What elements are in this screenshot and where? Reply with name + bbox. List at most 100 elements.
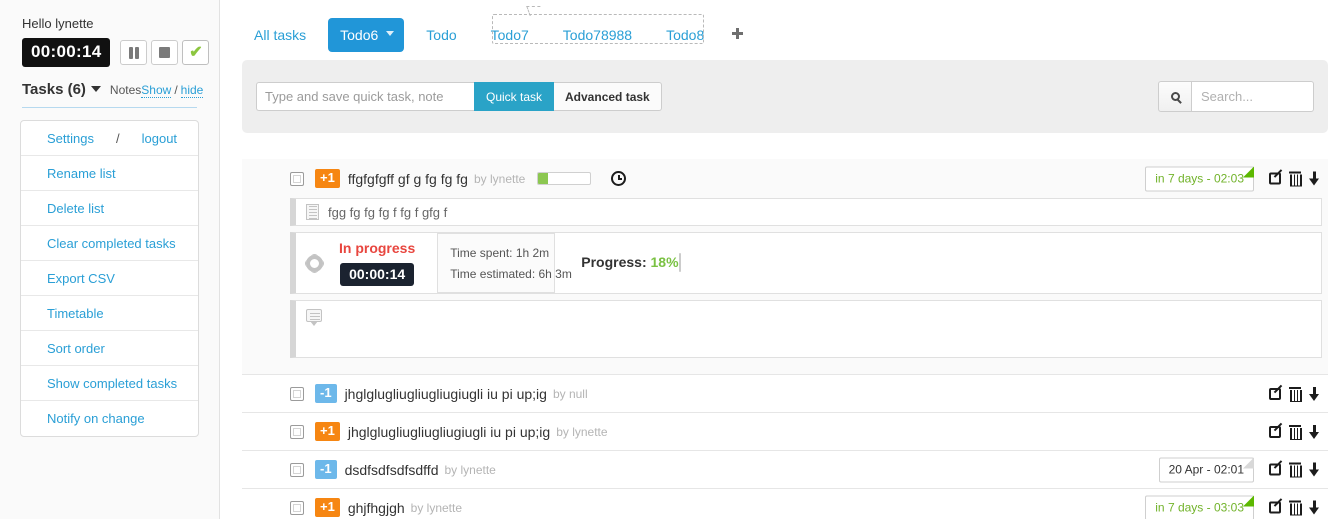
- add-tab-button[interactable]: [732, 26, 744, 44]
- progress-bar[interactable]: [678, 253, 681, 272]
- chevron-down-icon[interactable]: [386, 31, 395, 36]
- status-block: In progress 00:00:14: [339, 240, 415, 286]
- check-icon: ✔: [189, 43, 203, 61]
- notes-hide-link[interactable]: hide: [180, 83, 204, 98]
- task-comment-panel[interactable]: [290, 6, 1322, 358]
- task-author: by lynette: [410, 500, 463, 515]
- progress-value: 18%: [650, 254, 679, 270]
- priority-badge[interactable]: -1: [315, 384, 337, 403]
- move-down-button[interactable]: [1309, 171, 1320, 186]
- task-title[interactable]: jhglglugliugliugliugiugli iu pi up;ig: [348, 424, 550, 440]
- row-actions: in 7 days - 02:03: [1145, 166, 1320, 191]
- delete-button[interactable]: [1289, 424, 1302, 440]
- task-title[interactable]: jhglglugliugliugliugiugli iu pi up;ig: [345, 386, 547, 402]
- pause-icon: [128, 46, 140, 59]
- status-badge: In progress: [339, 240, 416, 256]
- edit-button[interactable]: [1269, 387, 1281, 400]
- trash-icon: [1289, 424, 1302, 440]
- row-actions: [1261, 424, 1320, 440]
- quick-task-button[interactable]: Quick task: [474, 82, 555, 111]
- move-down-button[interactable]: [1309, 500, 1320, 515]
- stop-icon: [159, 47, 171, 58]
- search-button[interactable]: [1158, 81, 1192, 112]
- comment-drop-zone[interactable]: [492, 14, 704, 44]
- progress-label-text: Progress:: [581, 254, 647, 270]
- task-checkbox[interactable]: [290, 386, 304, 401]
- task-row[interactable]: +1 ghjfhgjgh by lynette in 7 days - 03:0…: [242, 488, 1328, 519]
- edit-button[interactable]: [1269, 501, 1281, 514]
- quick-task-input[interactable]: Type and save quick task, note: [256, 82, 474, 111]
- priority-badge[interactable]: -1: [315, 460, 337, 479]
- stop-button[interactable]: [151, 40, 179, 65]
- edit-button[interactable]: [1269, 425, 1281, 438]
- move-down-button[interactable]: [1309, 462, 1320, 477]
- sidebar-item-rename-list[interactable]: Rename list: [21, 156, 198, 191]
- clock-icon[interactable]: [611, 171, 627, 186]
- task-checkbox[interactable]: [290, 171, 304, 186]
- tab-bar: All tasks Todo6 Todo Todo7 Todo78988 Tod…: [220, 0, 1333, 52]
- sidebar-item-sort-order[interactable]: Sort order: [21, 331, 198, 366]
- due-badge[interactable]: 20 Apr - 02:01: [1158, 457, 1255, 482]
- task-note-panel[interactable]: fgg fg fg fg f fg f gfg f: [290, 198, 1322, 226]
- priority-badge[interactable]: +1: [315, 422, 340, 441]
- priority-badge[interactable]: +1: [315, 498, 340, 517]
- row-actions: 20 Apr - 02:01: [1158, 457, 1320, 482]
- task-author: by lynette: [473, 171, 526, 186]
- tab-all-tasks[interactable]: All tasks: [242, 18, 318, 52]
- task-row[interactable]: -1 dsdfsdfsdfsdffd by lynette 20 Apr - 0…: [242, 450, 1328, 488]
- priority-badge[interactable]: +1: [315, 169, 340, 188]
- delete-button[interactable]: [1289, 386, 1302, 402]
- notes-show-link[interactable]: Show: [141, 83, 172, 98]
- task-title[interactable]: ghjfhgjgh: [348, 500, 405, 516]
- task-note-text: fgg fg fg fg f fg f gfg f: [328, 204, 448, 220]
- task-row[interactable]: +1 ffgfgfgff gf g fg fg fg by lynette in…: [242, 159, 1328, 198]
- due-badge[interactable]: in 7 days - 03:03: [1145, 495, 1254, 519]
- logout-link[interactable]: logout: [142, 131, 177, 146]
- due-badge[interactable]: in 7 days - 02:03: [1145, 166, 1254, 191]
- advanced-task-button[interactable]: Advanced task: [554, 82, 662, 111]
- delete-button[interactable]: [1289, 171, 1302, 187]
- sidebar-item-timetable[interactable]: Timetable: [21, 296, 198, 331]
- task-checkbox[interactable]: [290, 462, 304, 477]
- task-row[interactable]: +1 jhglglugliugliugliugiugli iu pi up;ig…: [242, 412, 1328, 450]
- move-down-button[interactable]: [1309, 424, 1320, 439]
- task-checkbox[interactable]: [290, 424, 304, 439]
- task-title[interactable]: dsdfsdfsdfsdffd: [345, 462, 439, 478]
- task-row[interactable]: -1 jhglglugliugliugliugiugli iu pi up;ig…: [242, 374, 1328, 412]
- task-mini-progress: [537, 172, 592, 185]
- delete-button[interactable]: [1289, 462, 1302, 478]
- trash-icon: [1289, 500, 1302, 516]
- search-input[interactable]: Search...: [1192, 81, 1314, 112]
- task-card-expanded: +1 ffgfgfgff gf g fg fg fg by lynette in…: [242, 6, 1328, 374]
- sidebar-item-delete-list[interactable]: Delete list: [21, 191, 198, 226]
- done-button[interactable]: ✔: [182, 40, 210, 65]
- delete-button[interactable]: [1289, 500, 1302, 516]
- task-checkbox[interactable]: [290, 500, 304, 515]
- settings-link[interactable]: Settings: [47, 131, 94, 146]
- tab-todo6[interactable]: Todo6: [328, 18, 405, 52]
- notes-label: Notes: [109, 83, 142, 97]
- trash-icon: [1289, 462, 1302, 478]
- task-list: +1 ffgfgfgff gf g fg fg fg by lynette in…: [242, 6, 1328, 519]
- status-timer: 00:00:14: [340, 263, 415, 286]
- task-title[interactable]: ffgfgfgff gf g fg fg fg: [348, 171, 468, 187]
- note-icon: [306, 204, 319, 220]
- sidebar-item-export-csv[interactable]: Export CSV: [21, 261, 198, 296]
- edit-icon: [1269, 463, 1281, 476]
- edit-button[interactable]: [1269, 463, 1281, 476]
- tab-todo[interactable]: Todo: [414, 18, 468, 52]
- sidebar-item-settings[interactable]: Settings / logout: [21, 121, 198, 156]
- gear-icon[interactable]: [306, 254, 323, 272]
- edit-icon: [1269, 425, 1281, 438]
- sidebar-item-clear-completed-tasks[interactable]: Clear completed tasks: [21, 226, 198, 261]
- notes-separator: /: [174, 83, 178, 97]
- task-author: by lynette: [444, 462, 496, 477]
- comment-icon: [306, 309, 322, 326]
- edit-button[interactable]: [1269, 172, 1281, 185]
- edit-icon: [1269, 501, 1281, 514]
- pause-button[interactable]: [120, 40, 148, 65]
- sidebar-item-show-completed-tasks[interactable]: Show completed tasks: [21, 366, 198, 401]
- sidebar-item-notify-on-change[interactable]: Notify on change: [21, 401, 198, 436]
- chevron-down-icon[interactable]: [90, 86, 101, 92]
- move-down-button[interactable]: [1309, 386, 1320, 401]
